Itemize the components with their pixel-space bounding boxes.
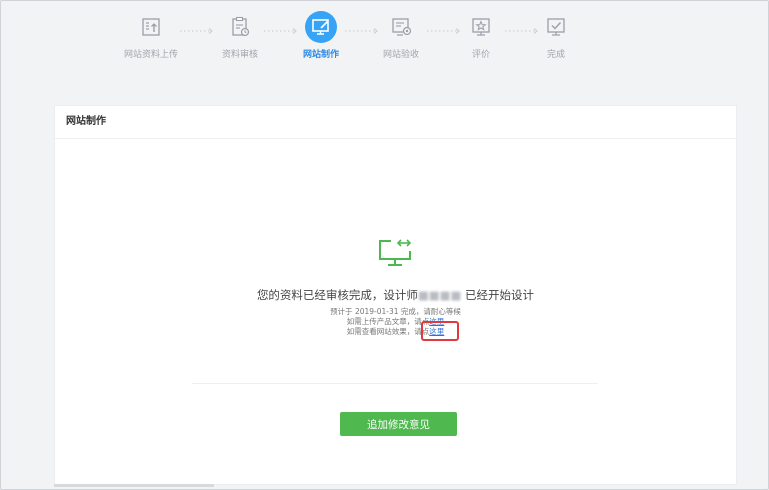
star-icon — [472, 18, 490, 36]
step-review[interactable]: 资料审核 — [195, 16, 285, 60]
status-message-prefix: 您的资料已经审核完成，设计师 — [256, 288, 418, 302]
upload-article-text: 如需上传产品文章，请点 — [346, 317, 430, 326]
view-site-text: 如需查看网站效果，请点 — [346, 327, 430, 336]
step-label: 完成 — [546, 50, 565, 60]
horizontal-scrollbar[interactable] — [54, 484, 214, 487]
step-complete[interactable]: 完成 — [511, 16, 601, 60]
step-build[interactable]: 网站制作 — [276, 11, 366, 60]
step-label: 资料审核 — [221, 50, 258, 60]
upload-doc-icon — [142, 18, 160, 36]
review-icon — [392, 18, 412, 36]
highlight-box — [421, 321, 459, 341]
monitor-sync-icon — [379, 239, 412, 266]
step-acceptance[interactable]: 网站验收 — [356, 16, 446, 60]
card-title: 网站制作 — [55, 106, 736, 139]
step-label: 网站制作 — [302, 50, 339, 60]
step-label: 网站资料上传 — [123, 50, 178, 60]
divider — [192, 383, 598, 384]
add-revision-button[interactable]: 追加修改意见 — [340, 412, 457, 436]
check-icon — [547, 18, 565, 36]
clipboard-icon — [232, 16, 250, 37]
status-message: 您的资料已经审核完成，设计师■■■■ 已经开始设计 — [55, 287, 736, 303]
monitor-edit-icon — [312, 19, 329, 35]
view-site-line: 如需查看网站效果，请点这里 — [55, 326, 736, 337]
step-upload[interactable]: 网站资料上传 — [106, 16, 196, 60]
website-build-card: 网站制作 您的资料已经审核完成，设计师■■■■ 已经开始设计 预计于 2019-… — [54, 105, 737, 485]
step-label: 网站验收 — [382, 50, 419, 60]
current-step-badge — [305, 11, 337, 43]
status-message-suffix: 已经开始设计 — [461, 288, 535, 302]
progress-stepper: 网站资料上传 资料审核 网站制作 网站验收 评价 完成 — [0, 0, 769, 100]
designer-name: ■■■■ — [417, 288, 462, 302]
